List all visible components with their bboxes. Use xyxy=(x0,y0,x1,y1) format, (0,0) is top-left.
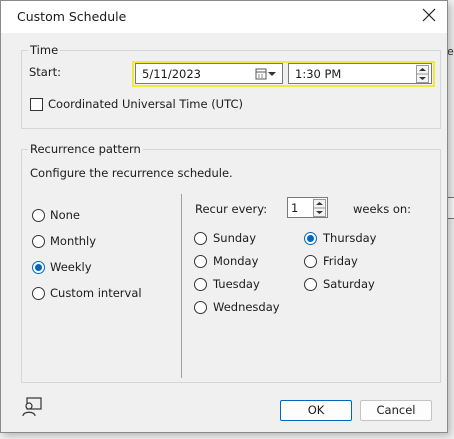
radio-none-label: None xyxy=(50,208,81,222)
day-thursday[interactable] xyxy=(304,232,317,245)
day-saturday-label: Saturday xyxy=(323,277,375,291)
day-friday[interactable] xyxy=(304,255,317,268)
day-sunday-label: Sunday xyxy=(213,231,257,245)
user-help-icon[interactable] xyxy=(21,397,43,417)
day-monday[interactable] xyxy=(194,255,207,268)
dialog-title: Custom Schedule xyxy=(17,9,127,24)
day-monday-label: Monday xyxy=(213,254,259,268)
radio-custom-interval[interactable] xyxy=(32,287,45,300)
day-tuesday-label: Tuesday xyxy=(213,277,260,291)
radio-none[interactable] xyxy=(32,209,45,222)
close-icon xyxy=(422,8,436,22)
title-bar: Custom Schedule xyxy=(1,1,447,33)
cancel-button[interactable]: Cancel xyxy=(360,400,432,421)
day-sunday[interactable] xyxy=(194,232,207,245)
recur-every-value: 1 xyxy=(291,201,299,215)
ok-button[interactable]: OK xyxy=(280,400,352,421)
calendar-dropdown-icon[interactable] xyxy=(255,68,277,80)
start-time-value: 1:30 PM xyxy=(295,67,342,81)
close-button[interactable] xyxy=(417,5,441,27)
radio-custom-interval-label: Custom interval xyxy=(50,286,142,300)
weeks-on-label: weeks on: xyxy=(353,202,412,216)
day-thursday-label: Thursday xyxy=(323,231,377,245)
day-wednesday-label: Wednesday xyxy=(213,300,280,314)
recur-spinner-icon[interactable] xyxy=(313,199,326,217)
recurrence-divider xyxy=(181,194,182,378)
radio-monthly[interactable] xyxy=(32,235,45,248)
radio-weekly[interactable] xyxy=(32,261,45,274)
recurrence-description: Configure the recurrence schedule. xyxy=(30,166,233,180)
custom-schedule-dialog: Custom Schedule Time Start: 5/11/2023 1:… xyxy=(0,0,448,433)
day-friday-label: Friday xyxy=(323,254,358,268)
recur-every-input[interactable]: 1 xyxy=(287,197,328,218)
day-tuesday[interactable] xyxy=(194,278,207,291)
recurrence-group-label: Recurrence pattern xyxy=(28,142,143,156)
day-saturday[interactable] xyxy=(304,278,317,291)
start-label: Start: xyxy=(29,65,61,79)
radio-monthly-label: Monthly xyxy=(50,234,97,248)
time-spinner-icon[interactable] xyxy=(416,65,429,83)
recur-every-label: Recur every: xyxy=(195,202,268,216)
start-time-picker[interactable]: 1:30 PM xyxy=(288,63,432,84)
utc-label: Coordinated Universal Time (UTC) xyxy=(48,97,243,111)
start-date-value: 5/11/2023 xyxy=(142,67,201,81)
day-wednesday[interactable] xyxy=(194,301,207,314)
background-control-right xyxy=(447,197,454,219)
start-date-picker[interactable]: 5/11/2023 xyxy=(135,63,283,84)
utc-checkbox[interactable] xyxy=(30,98,43,111)
radio-weekly-label: Weekly xyxy=(50,260,92,274)
time-group-label: Time xyxy=(28,43,61,57)
